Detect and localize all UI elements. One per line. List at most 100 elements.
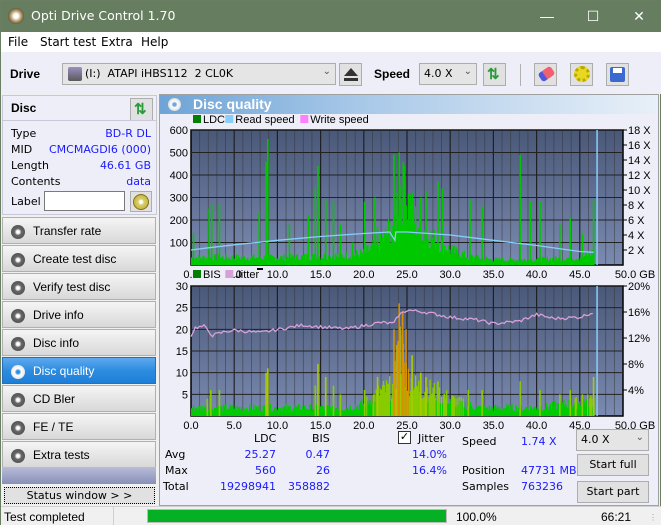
x-tick-label: 30.0	[439, 269, 460, 281]
nav-disc-quality[interactable]: Disc quality	[2, 357, 156, 384]
data-spike	[569, 217, 572, 265]
samples-value: 763236	[521, 480, 563, 493]
speed-label: Speed	[374, 67, 411, 81]
y-tick-label: 500	[170, 148, 188, 160]
speed-select[interactable]: 4.0 X ⌄	[419, 63, 477, 85]
start-full-button[interactable]: Start full	[577, 454, 649, 476]
disc-icon	[11, 365, 25, 379]
data-spike	[314, 385, 317, 416]
x-tick-label: 25.0	[396, 269, 417, 281]
menu-help[interactable]: Help	[141, 35, 168, 49]
stats-max-ldc: 560	[255, 464, 276, 477]
data-spike	[267, 139, 269, 265]
y-tick-label: 25	[176, 303, 188, 315]
y2-tick-label: 20%	[628, 281, 650, 293]
nav-label: Transfer rate	[33, 224, 102, 238]
data-spike	[419, 372, 422, 416]
disc-refresh-button[interactable]: ⇅	[130, 98, 153, 121]
save-button[interactable]	[606, 63, 629, 86]
minimize-icon: —	[540, 8, 554, 24]
nav-disc-info[interactable]: Disc info	[2, 329, 156, 356]
y-tick-label: 5	[182, 389, 188, 401]
stats-total-label: Total	[163, 480, 189, 493]
status-bar: Test completed 100.0% 66:21 ⋮	[1, 506, 661, 525]
y-tick-label: 10	[176, 368, 188, 380]
disc-type-value: BD-R DL	[105, 127, 151, 140]
data-spike	[469, 199, 471, 265]
y-tick-label: 100	[170, 238, 188, 250]
menu-file[interactable]: File	[8, 35, 28, 49]
nav-verify-test-disc[interactable]: Verify test disc	[2, 273, 156, 300]
close-button[interactable]: ✕	[616, 1, 661, 32]
status-text: Test completed	[4, 510, 85, 524]
samples-label: Samples	[462, 480, 509, 493]
data-spike	[437, 381, 439, 416]
gears-icon	[574, 66, 590, 82]
status-window-button[interactable]: Status window > >	[4, 487, 155, 504]
y2-tick-label: 18 X	[628, 125, 651, 137]
stats-total-ldc: 19298941	[220, 480, 276, 493]
drive-select[interactable]: (I:) ATAPI iHBS112 2 CL0K ⌄	[62, 63, 336, 85]
legend-swatch	[225, 270, 234, 278]
data-spike	[401, 312, 404, 416]
x-tick-label: 40.0	[526, 269, 547, 281]
data-spike	[332, 202, 335, 265]
data-spike	[519, 154, 521, 265]
data-spike	[437, 181, 439, 265]
y-tick-label: 20	[176, 324, 188, 336]
data-spike	[314, 188, 317, 265]
data-spike	[258, 211, 260, 265]
data-spike	[441, 188, 444, 265]
stats-total-bis: 358882	[288, 480, 330, 493]
disc-label-input[interactable]	[44, 191, 125, 211]
nav-create-test-disc[interactable]: Create test disc	[2, 245, 156, 272]
minimize-button[interactable]: —	[524, 1, 570, 32]
data-spike	[363, 390, 366, 416]
resize-grip-icon[interactable]: ⋮	[649, 513, 657, 522]
erase-button[interactable]	[534, 63, 557, 86]
eject-button[interactable]	[339, 63, 362, 86]
y2-tick-label: 8 X	[628, 200, 645, 212]
data-spike	[425, 377, 427, 416]
data-spike	[398, 303, 400, 416]
legend-label: BIS	[203, 269, 221, 281]
data-spike	[581, 233, 584, 265]
disc-label-button[interactable]	[130, 191, 152, 212]
start-part-button[interactable]: Start part	[577, 481, 649, 503]
x-tick-label: 5.0	[227, 420, 242, 432]
menu-extra[interactable]: Extra	[101, 35, 133, 49]
nav-fe-te[interactable]: FE / TE	[2, 413, 156, 440]
nav-label: Create test disc	[33, 252, 117, 266]
x-tick-label: 15.0	[310, 420, 331, 432]
data-spike	[411, 355, 413, 416]
legend-swatch	[300, 115, 309, 123]
drive-icon	[68, 67, 82, 81]
y2-tick-label: 4 X	[628, 230, 645, 242]
toolbar: Drive (I:) ATAPI iHBS112 2 CL0K ⌄ Speed …	[1, 52, 661, 94]
data-spike	[324, 377, 327, 416]
stats-max-label: Max	[165, 464, 188, 477]
disc-quality-panel: Disc quality 0.0 5.0 10.0 15.0 20.0 25.0 30.0 3…	[159, 94, 659, 506]
maximize-button[interactable]: ☐	[570, 1, 616, 32]
jitter-checkbox[interactable]: ✓	[398, 431, 411, 444]
position-label: Position	[462, 464, 505, 477]
nav-extra-tests[interactable]: Extra tests	[2, 441, 156, 468]
nav-cd-bler[interactable]: CD Bler	[2, 385, 156, 412]
legend-marker	[257, 268, 263, 270]
menu-start-test[interactable]: Start test	[40, 35, 96, 49]
y2-tick-label: 16%	[628, 307, 650, 319]
y-tick-label: 300	[170, 193, 188, 205]
chevron-down-icon: ⌄	[635, 432, 644, 443]
chevron-down-icon: ⌄	[463, 66, 472, 77]
checkmark-icon: ✓	[399, 431, 410, 443]
data-spike	[393, 329, 395, 416]
refresh-button[interactable]: ⇅	[483, 63, 506, 86]
nav-transfer-rate[interactable]: Transfer rate	[2, 217, 156, 244]
test-speed-select[interactable]: 4.0 X ⌄	[576, 429, 649, 451]
settings-button[interactable]	[570, 63, 593, 86]
stats-avg-ldc: 25.27	[244, 448, 277, 461]
legend-label: Read speed	[235, 115, 294, 126]
nav-drive-info[interactable]: Drive info	[2, 301, 156, 328]
drive-label: Drive	[10, 67, 41, 81]
data-spike	[317, 166, 319, 265]
